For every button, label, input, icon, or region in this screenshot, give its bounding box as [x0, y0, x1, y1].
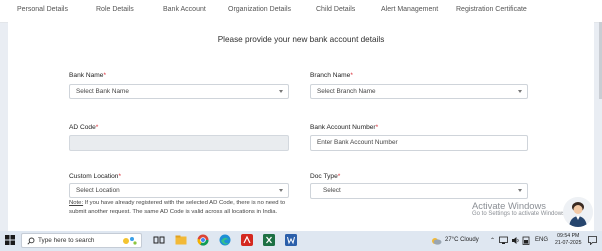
ad-code-note: Note: If you have already registered wit…	[69, 199, 297, 216]
tab-organization-details[interactable]: Organization Details	[228, 6, 291, 13]
tab-child-details[interactable]: Child Details	[316, 6, 355, 13]
chevron-up-icon[interactable]: ⌃	[490, 237, 495, 244]
task-view-icon[interactable]	[153, 234, 165, 246]
tab-registration-certificate[interactable]: Registration Certificate	[456, 6, 527, 13]
form-heading: Please provide your new bank account det…	[217, 35, 385, 44]
bank-account-number-input[interactable]: Enter Bank Account Number	[310, 135, 528, 151]
required-marker: *	[103, 72, 107, 79]
chevron-down-icon	[279, 189, 283, 192]
activate-windows-watermark: Activate Windows	[472, 200, 546, 211]
required-marker: *	[95, 124, 99, 131]
assistant-avatar[interactable]	[563, 197, 593, 227]
note-title: Note:	[69, 200, 84, 206]
file-explorer-icon[interactable]	[175, 234, 187, 246]
chevron-down-icon	[518, 189, 522, 192]
note-text: If you have already registered with the …	[69, 200, 286, 215]
notification-icon[interactable]	[588, 236, 597, 245]
excel-icon[interactable]	[263, 234, 275, 246]
custom-location-label: Custom Location*	[69, 173, 122, 180]
search-icon	[27, 237, 35, 245]
branch-name-select[interactable]: Select Branch Name	[310, 84, 528, 99]
volume-icon[interactable]	[511, 236, 520, 245]
ad-code-field[interactable]	[69, 135, 289, 151]
word-icon[interactable]	[285, 234, 297, 246]
taskbar-search-box[interactable]: Type here to search	[21, 233, 142, 248]
registration-tabs: Personal Details Role Details Bank Accou…	[0, 0, 602, 23]
weather-cloud-icon[interactable]	[431, 235, 442, 246]
chevron-down-icon	[518, 90, 522, 93]
doc-type-select[interactable]: Select	[310, 183, 528, 199]
ad-code-label: AD Code*	[69, 124, 99, 131]
bank-name-label: Bank Name*	[69, 72, 107, 79]
battery-icon[interactable]	[522, 236, 530, 245]
weather-text[interactable]: 27°C Cloudy	[445, 237, 479, 243]
custom-location-select[interactable]: Select Location	[69, 183, 289, 198]
taskbar-clock[interactable]: 09:54 PM 21-07-2025	[555, 233, 582, 248]
chevron-down-icon	[279, 90, 283, 93]
bank-name-select[interactable]: Select Bank Name	[69, 84, 289, 99]
doc-type-label: Doc Type*	[310, 173, 341, 180]
required-marker: *	[118, 173, 122, 180]
windows-start-icon[interactable]	[5, 235, 15, 245]
person-avatar-icon	[563, 197, 593, 227]
required-marker: *	[375, 124, 379, 131]
network-icon[interactable]	[499, 236, 508, 245]
required-marker: *	[337, 173, 341, 180]
language-indicator[interactable]: ENG	[535, 237, 548, 243]
tab-personal-details[interactable]: Personal Details	[17, 6, 68, 13]
chrome-icon[interactable]	[197, 234, 209, 246]
required-marker: *	[350, 72, 353, 79]
tab-role-details[interactable]: Role Details	[96, 6, 134, 13]
activate-windows-hint: Go to Settings to activate Windows.	[472, 211, 567, 217]
tab-alert-management[interactable]: Alert Management	[381, 6, 438, 13]
bank-account-number-label: Bank Account Number*	[310, 124, 379, 131]
tab-bank-account[interactable]: Bank Account	[163, 6, 206, 13]
acrobat-icon[interactable]	[241, 234, 253, 246]
search-highlight-icon	[123, 237, 137, 245]
edge-icon[interactable]	[219, 234, 231, 246]
branch-name-label: Branch Name*	[310, 72, 353, 79]
windows-taskbar: Type here to search 27°C Cloudy ⌃ ENG 09…	[0, 231, 602, 251]
